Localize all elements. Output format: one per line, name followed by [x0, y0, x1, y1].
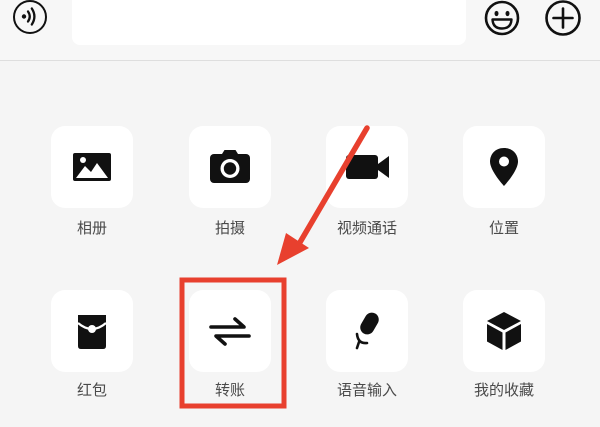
- camera-icon: [210, 150, 250, 183]
- panel-item-album[interactable]: [51, 126, 133, 208]
- voice-toggle-button[interactable]: [13, 0, 47, 34]
- more-actions-button[interactable]: [542, 0, 582, 38]
- panel-item-location[interactable]: [463, 126, 545, 208]
- plus-circle-icon: [545, 0, 581, 36]
- smiley-face-icon: [484, 0, 520, 36]
- video-call-icon: [346, 155, 389, 179]
- panel-label-red-envelope: 红包: [76, 381, 107, 399]
- panel-item-voice-input[interactable]: [326, 290, 408, 372]
- transfer-arrows-icon: [209, 317, 251, 346]
- message-text-field[interactable]: [72, 0, 466, 45]
- panel-item-favorites[interactable]: [463, 290, 545, 372]
- panel-label-location: 位置: [488, 219, 519, 237]
- panel-item-video-call[interactable]: [326, 126, 408, 208]
- panel-label-transfer: 转账: [214, 381, 245, 399]
- panel-label-video-call: 视频通话: [336, 219, 397, 237]
- red-envelope-icon: [77, 315, 107, 349]
- location-pin-icon: [490, 148, 518, 186]
- emoji-button[interactable]: [483, 0, 521, 38]
- voice-wave-icon: [21, 7, 36, 26]
- panel-label-camera: 拍摄: [214, 219, 245, 237]
- panel-label-favorites: 我的收藏: [473, 381, 534, 399]
- favorites-cube-icon: [487, 312, 521, 350]
- annotation-arrow-head: [277, 233, 309, 265]
- panel-item-red-envelope[interactable]: [51, 290, 133, 372]
- panel-item-transfer[interactable]: [189, 290, 271, 372]
- panel-label-album: 相册: [76, 219, 107, 237]
- chat-input-bar: [0, 0, 600, 61]
- panel-label-voice-input: 语音输入: [336, 381, 397, 399]
- photo-album-icon: [73, 153, 111, 181]
- panel-item-camera[interactable]: [189, 126, 271, 208]
- microphone-icon: [355, 312, 379, 350]
